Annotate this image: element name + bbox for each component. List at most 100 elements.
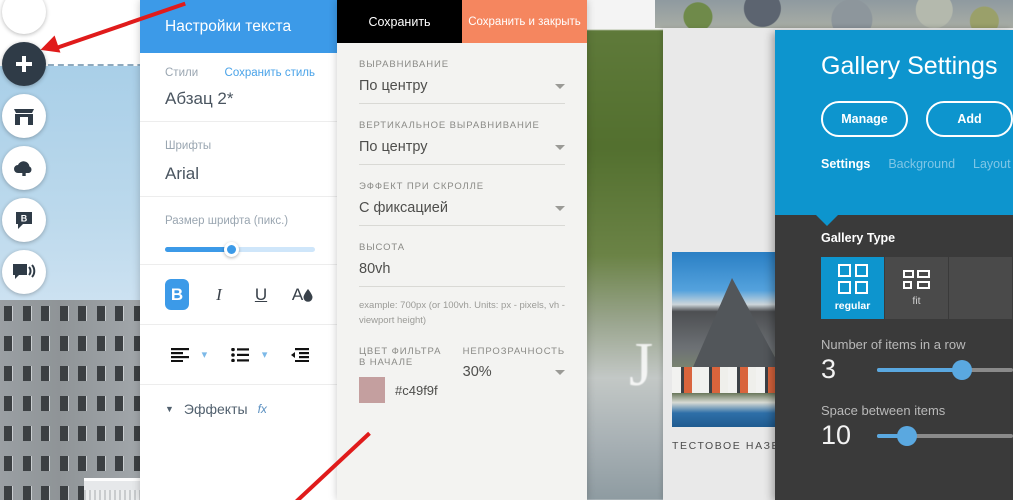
outdent-icon	[291, 347, 310, 362]
vertical-alignment-value: По центру	[359, 139, 428, 155]
cloud-upload-icon	[14, 161, 32, 176]
field-scroll-effect: ЭФФЕКТ ПРИ СКРОЛЛЕ С фиксацией	[337, 165, 587, 226]
save-style-link[interactable]: Сохранить стиль	[225, 67, 315, 79]
gallery-type-fit[interactable]: fit	[885, 257, 949, 319]
opacity-group: НЕПРОЗРАЧНОСТЬ 30%	[463, 346, 565, 403]
height-hint: example: 700px (or 100vh. Units: px - pi…	[359, 300, 565, 326]
chevron-down-icon	[555, 369, 565, 375]
gallery-settings-title: Gallery Settings	[821, 52, 998, 80]
store-icon	[14, 109, 34, 125]
grid-fit-icon	[903, 269, 930, 289]
items-in-row-slider[interactable]	[877, 359, 1013, 380]
add-button[interactable]: Add	[926, 101, 1013, 137]
effects-fx-icon: fx	[257, 402, 267, 416]
fonts-value[interactable]: Arial	[165, 164, 315, 184]
preview-rock-image	[655, 0, 1013, 28]
space-between-label: Space between items	[821, 403, 946, 418]
building-windows	[4, 306, 148, 500]
rail-item-store[interactable]	[2, 94, 46, 138]
effects-section[interactable]: ▼ Эффекты fx	[140, 385, 340, 433]
gallery-type-regular[interactable]: regular	[821, 257, 885, 319]
list-chevron-down-icon[interactable]: ▾	[262, 348, 268, 361]
thumbnail-mountain	[690, 278, 782, 374]
filter-color-group: ЦВЕТ ФИЛЬТРА В НАЧАЛЕ #c49f9f	[359, 346, 445, 404]
vertical-alignment-select[interactable]: По центру	[359, 131, 565, 165]
height-input[interactable]: 80vh	[359, 253, 565, 287]
gallery-settings-panel: Gallery Settings Manage Add Settings Bac…	[775, 30, 1013, 500]
chevron-down-icon	[555, 144, 565, 150]
paragraph-format-row: ▾ ▾	[140, 325, 340, 385]
gallery-settings-body: Gallery Type regular fit Number of items…	[775, 215, 1013, 500]
tab-settings[interactable]: Settings	[821, 157, 870, 171]
rail-item-partial-top[interactable]	[2, 0, 46, 34]
gallery-type-third[interactable]	[949, 257, 1013, 319]
alignment-value: По центру	[359, 78, 428, 94]
items-in-row-label: Number of items in a row	[821, 337, 966, 352]
align-button[interactable]	[165, 339, 195, 370]
filter-color-value: #c49f9f	[395, 382, 438, 398]
preview-building-image	[0, 300, 148, 500]
section-settings-panel: Сохранить Сохранить и закрыть ВЫРАВНИВАН…	[337, 0, 587, 500]
font-size-slider-fill	[165, 247, 233, 252]
tab-layout[interactable]: Layout	[973, 157, 1011, 171]
field-vertical-alignment: ВЕРТИКАЛЬНОЕ ВЫРАВНИВАНИЕ По центру	[337, 104, 587, 165]
gallery-tabs: Settings Background Layout	[821, 157, 1013, 171]
gallery-settings-header: Gallery Settings Manage Add Settings Bac…	[775, 30, 1013, 226]
font-size-slider-knob[interactable]	[223, 242, 239, 257]
opacity-select[interactable]: 30%	[463, 357, 565, 389]
font-size-label: Размер шрифта (пикс.)	[165, 215, 289, 227]
alignment-label: ВЫРАВНИВАНИЕ	[359, 59, 449, 70]
space-between-slider-knob[interactable]	[897, 425, 918, 446]
items-in-row-control: 3	[821, 354, 1013, 385]
rail-item-chat[interactable]	[2, 250, 46, 294]
preview-landscape-image: J	[585, 30, 667, 500]
save-button[interactable]: Сохранить	[337, 0, 462, 43]
filter-color-control[interactable]: #c49f9f	[359, 368, 445, 404]
chevron-down-icon	[555, 83, 565, 89]
blog-bubble-icon: B	[16, 212, 32, 229]
opacity-label: НЕПРОЗРАЧНОСТЬ	[462, 346, 565, 358]
height-label: ВЫСОТА	[359, 242, 406, 253]
screenshot-root: J ТЕСТОВОЕ НАЗВАНИЕ B Настройки текста С…	[0, 0, 1013, 500]
opacity-value: 30%	[462, 364, 492, 381]
scroll-effect-select[interactable]: С фиксацией	[359, 192, 565, 226]
section-settings-tabs: Сохранить Сохранить и закрыть	[337, 0, 587, 43]
styles-section: Стили Сохранить стиль Абзац 2*	[140, 53, 340, 122]
space-between-slider[interactable]	[877, 425, 1013, 446]
tab-background[interactable]: Background	[888, 157, 955, 171]
manage-button[interactable]: Manage	[821, 101, 908, 137]
bold-button[interactable]: B	[165, 279, 189, 310]
color-swatch[interactable]	[359, 377, 385, 404]
italic-button[interactable]: I	[207, 279, 231, 310]
effects-label: Эффекты	[183, 401, 248, 417]
font-size-slider[interactable]	[165, 242, 315, 257]
underline-button[interactable]: U	[249, 279, 273, 310]
color-drop-icon	[303, 288, 313, 302]
align-chevron-down-icon[interactable]: ▾	[202, 348, 208, 361]
styles-value[interactable]: Абзац 2*	[165, 89, 315, 109]
rail-item-blog[interactable]: B	[2, 198, 46, 242]
bullet-list-icon	[231, 347, 249, 362]
outdent-button[interactable]	[285, 339, 315, 370]
fonts-section: Шрифты Arial	[140, 122, 340, 197]
alignment-select[interactable]: По центру	[359, 70, 565, 104]
rail-item-upload[interactable]	[2, 146, 46, 190]
align-left-icon	[170, 347, 189, 362]
text-color-button[interactable]: A	[291, 279, 315, 310]
filter-and-opacity-row: ЦВЕТ ФИЛЬТРА В НАЧАЛЕ #c49f9f НЕПРОЗРАЧН…	[337, 328, 587, 404]
scroll-effect-label: ЭФФЕКТ ПРИ СКРОЛЛЕ	[359, 181, 485, 192]
gallery-type-options: regular fit	[821, 257, 1013, 319]
thumbnail-houses	[672, 367, 782, 393]
gallery-thumbnail[interactable]	[672, 252, 782, 427]
save-and-close-button[interactable]: Сохранить и закрыть	[462, 0, 587, 43]
grid-regular-icon	[837, 264, 868, 294]
scroll-effect-value: С фиксацией	[359, 200, 448, 216]
space-between-control: 10	[821, 420, 1013, 451]
fonts-label: Шрифты	[165, 140, 212, 152]
building-roof	[84, 478, 148, 500]
font-size-section: Размер шрифта (пикс.)	[140, 197, 340, 265]
filter-color-label: ЦВЕТ ФИЛЬТРА В НАЧАЛЕ	[359, 346, 442, 369]
effects-triangle-icon: ▼	[165, 404, 174, 414]
items-in-row-slider-knob[interactable]	[951, 359, 972, 380]
list-button[interactable]	[225, 339, 255, 370]
